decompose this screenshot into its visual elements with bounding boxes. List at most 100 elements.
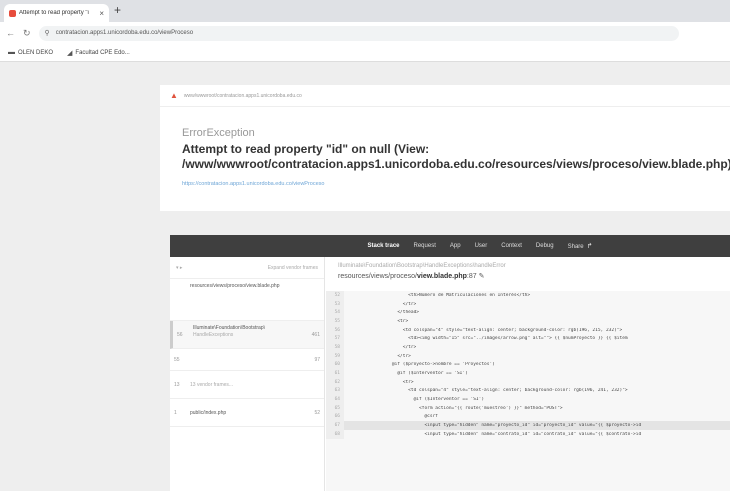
code-text: @if ($proyecto->nombre == 'Proyectos') <box>354 362 495 368</box>
code-text: <input type="hidden" name="proyecto_id" … <box>354 423 642 429</box>
error-location-bar: ▲ www/wwwroot/contratacion.apps1.unicord… <box>160 85 730 107</box>
tab-app[interactable]: App <box>450 243 461 249</box>
code-text: <th>Número de Matriculaciones en Interés… <box>354 292 531 298</box>
code-line: 59 </tr> <box>326 351 730 361</box>
stack-frame[interactable]: 56 Illuminate\Foundation\Bootstrap\ Hand… <box>170 321 324 349</box>
line-number: 59 <box>326 351 344 361</box>
line-number: 65 <box>326 403 344 413</box>
code-text: @if ($Interventor == 'SI') <box>354 371 468 377</box>
collapse-icon[interactable]: ▾ ▸ <box>176 265 182 271</box>
panel-tabs: Stack trace Request App User Context Deb… <box>170 235 730 257</box>
debug-panel: Stack trace Request App User Context Deb… <box>170 235 730 491</box>
line-number: 56 <box>326 325 344 335</box>
bookmarks-bar: ▬ OLEN DEKO ◢ Facultad CPE Edo... <box>0 44 730 62</box>
favicon-icon <box>9 9 16 17</box>
code-line: 54 </thead> <box>326 308 730 318</box>
line-number: 62 <box>326 377 344 387</box>
line-number: 57 <box>326 334 344 344</box>
site-info-icon[interactable]: ⚲ <box>45 29 50 37</box>
frame-class: HandleExceptions <box>193 332 234 338</box>
code-line: 61 @if ($Interventor == 'SI') <box>326 369 730 378</box>
code-text: <input type="hidden" name="contrato_id" … <box>354 431 642 437</box>
expand-vendor-button[interactable]: Expand vendor frames <box>268 265 318 271</box>
exception-class: ErrorException <box>182 127 255 139</box>
line-number: 67 <box>326 421 344 430</box>
code-text: <td colspan="4" style="text-align: cente… <box>354 327 623 333</box>
line-number: 63 <box>326 386 344 396</box>
frame-line: 97 <box>314 356 320 363</box>
code-text: <tr> <box>354 379 414 385</box>
code-text: @if ($Interventor == 'SI') <box>354 397 485 403</box>
code-text: </thead> <box>354 310 420 316</box>
stack-frame[interactable]: resources/views/proceso/view.blade.php <box>170 279 324 321</box>
line-number: 66 <box>326 412 344 422</box>
ignition-logo-icon: ▲ <box>170 91 178 100</box>
code-line: 55 <tr> <box>326 317 730 326</box>
request-url[interactable]: https://contratacion.apps1.unicordoba.ed… <box>182 181 324 187</box>
tab-share[interactable]: Share ↱ <box>568 242 593 250</box>
line-number: 68 <box>326 430 344 439</box>
tab-context[interactable]: Context <box>501 243 522 249</box>
line-number: 64 <box>326 395 344 404</box>
frame-file: resources/views/proceso/view.blade.php <box>190 283 280 289</box>
stack-frames: ▾ ▸ Expand vendor frames resources/views… <box>170 257 325 491</box>
code-line: 63 <td colspan="4" style="text-align: ce… <box>326 386 730 396</box>
browser-tabstrip: Attempt to read property "i × + <box>0 0 730 22</box>
code-header: Illuminate\Foundation\Bootstrap\HandleEx… <box>326 257 730 291</box>
line-number: 53 <box>326 299 344 309</box>
tab-title: Attempt to read property "i <box>19 10 89 16</box>
code-line: 66 @csrf <box>326 412 730 422</box>
tab-request[interactable]: Request <box>414 243 436 249</box>
frames-header: ▾ ▸ Expand vendor frames <box>170 257 324 279</box>
code-text: @csrf <box>354 414 438 420</box>
new-tab-button[interactable]: + <box>114 3 121 17</box>
frame-file: public/index.php <box>190 410 227 416</box>
browser-tab[interactable]: Attempt to read property "i × <box>4 4 109 22</box>
exception-message: Attempt to read property "id" on null (V… <box>182 142 730 171</box>
line-number: 55 <box>326 317 344 326</box>
code-line: 53 </tr> <box>326 299 730 309</box>
code-line: 64 @if ($Interventor == 'SI') <box>326 395 730 404</box>
code-text: </tr> <box>354 344 417 350</box>
code-snippet: 52 <th>Número de Matriculaciones en Inte… <box>326 291 730 491</box>
code-text: </tr> <box>354 353 411 359</box>
share-icon: ↱ <box>586 243 593 250</box>
code-text: <td><img width="15" src="../images/arrow… <box>354 336 628 342</box>
error-card: ▲ www/wwwroot/contratacion.apps1.unicord… <box>160 85 730 211</box>
code-file-path[interactable]: resources/views/proceso/view.blade.php:8… <box>338 272 718 280</box>
bookmark-icon: ▬ <box>8 49 15 56</box>
code-line: 57 <td><img width="15" src="../images/ar… <box>326 334 730 344</box>
frame-line: 52 <box>314 409 320 416</box>
line-number: 60 <box>326 360 344 370</box>
code-text: <tr> <box>354 318 409 324</box>
edit-icon[interactable]: ✎ <box>479 273 485 280</box>
code-line: 56 <td colspan="4" style="text-align: ce… <box>326 325 730 335</box>
code-text: <td colspan="4" style="text-align: cente… <box>354 388 628 394</box>
code-line: 65 <form action="{{ route('muestreo') }}… <box>326 403 730 413</box>
frame-file: Illuminate\Foundation\Bootstrap\ <box>193 325 265 331</box>
address-url: contratacion.apps1.unicordoba.edu.co/vie… <box>55 30 194 36</box>
code-text: </tr> <box>354 301 417 307</box>
back-icon[interactable]: ← <box>6 28 15 38</box>
line-number: 52 <box>326 291 344 300</box>
tab-debug[interactable]: Debug <box>536 243 554 249</box>
stack-frame[interactable]: 55 97 <box>170 349 324 371</box>
bookmark-item[interactable]: ▬ OLEN DEKO <box>8 49 53 56</box>
code-viewer: Illuminate\Foundation\Bootstrap\HandleEx… <box>326 257 730 491</box>
close-icon[interactable]: × <box>99 9 104 18</box>
vendor-frames-toggle[interactable]: 13 13 vendor frames... <box>170 371 324 399</box>
address-bar[interactable]: ⚲ contratacion.apps1.unicordoba.edu.co/v… <box>38 25 679 41</box>
tab-user[interactable]: User <box>475 243 488 249</box>
code-text: <form action="{{ route('muestreo') }}" m… <box>354 405 563 411</box>
browser-toolbar: ← ↻ ⚲ contratacion.apps1.unicordoba.edu.… <box>0 22 730 44</box>
line-number: 61 <box>326 369 344 378</box>
bookmark-item[interactable]: ◢ Facultad CPE Edo... <box>67 49 130 57</box>
bookmark-icon: ◢ <box>67 49 73 57</box>
code-line: 60 @if ($proyecto->nombre == 'Proyectos'… <box>326 360 730 370</box>
reload-icon[interactable]: ↻ <box>23 28 31 39</box>
code-line: 58 </tr> <box>326 343 730 352</box>
code-line: 68 <input type="hidden" name="contrato_i… <box>326 430 730 439</box>
tab-stack-trace[interactable]: Stack trace <box>367 243 399 249</box>
stack-frame[interactable]: 1 public/index.php 52 <box>170 399 324 427</box>
line-number: 58 <box>326 343 344 352</box>
